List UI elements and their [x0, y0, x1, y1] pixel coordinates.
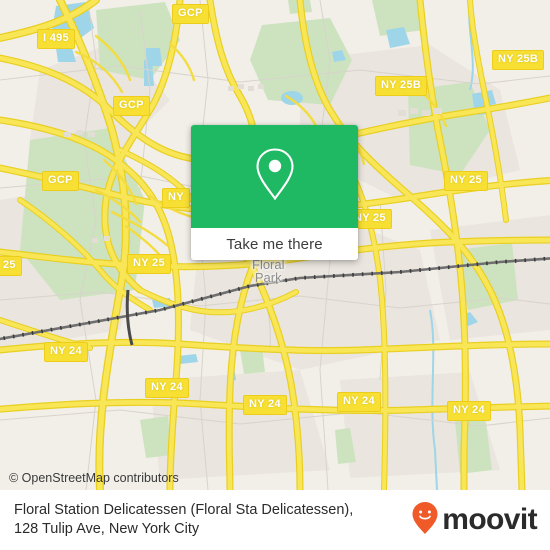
map-screenshot-page: GCP I 495 NY 25B NY 25B GCP GCP NY NY 25 NY 25 25…	[0, 0, 550, 550]
road-shield: NY 24	[447, 401, 491, 421]
map-canvas[interactable]: GCP I 495 NY 25B NY 25B GCP GCP NY NY 25 NY 25 25…	[0, 0, 550, 490]
road-shield: NY 24	[44, 342, 88, 362]
moovit-logo[interactable]: moovit	[411, 501, 550, 540]
road-shield: NY 25B	[492, 50, 545, 70]
moovit-pin-icon	[411, 501, 439, 540]
map-pin-icon	[252, 146, 298, 207]
take-me-there-card[interactable]: Take me there	[191, 125, 358, 260]
road-shield: NY 24	[145, 378, 189, 398]
place-title-line1: Floral Station Delicatessen (Floral Sta …	[14, 502, 354, 518]
place-label-line2: Park	[254, 270, 282, 285]
card-hero-area	[191, 125, 358, 228]
road-shield: NY 25	[444, 171, 488, 191]
road-shield: NY 24	[337, 392, 381, 412]
road-shield: 25	[0, 256, 22, 276]
place-title-line2: 128 Tulip Ave, New York City	[14, 521, 200, 537]
take-me-there-label: Take me there	[226, 235, 323, 253]
footer-bar: Floral Station Delicatessen (Floral Sta …	[0, 490, 550, 550]
place-title: Floral Station Delicatessen (Floral Sta …	[0, 501, 411, 539]
road-shield: NY 24	[243, 395, 287, 415]
road-shield: GCP	[172, 4, 209, 24]
road-shield: I 495	[37, 29, 75, 49]
take-me-there-button[interactable]: Take me there	[191, 228, 358, 260]
road-shield: NY	[162, 188, 190, 208]
road-shield: NY 25	[127, 254, 171, 274]
road-shield: NY 25B	[375, 76, 428, 96]
place-label-floral-park: Floral Park	[252, 258, 285, 284]
road-shield: GCP	[42, 171, 79, 191]
openstreetmap-attribution[interactable]: © OpenStreetMap contributors	[9, 471, 179, 485]
moovit-wordmark: moovit	[442, 503, 537, 536]
road-shield: GCP	[113, 96, 150, 116]
